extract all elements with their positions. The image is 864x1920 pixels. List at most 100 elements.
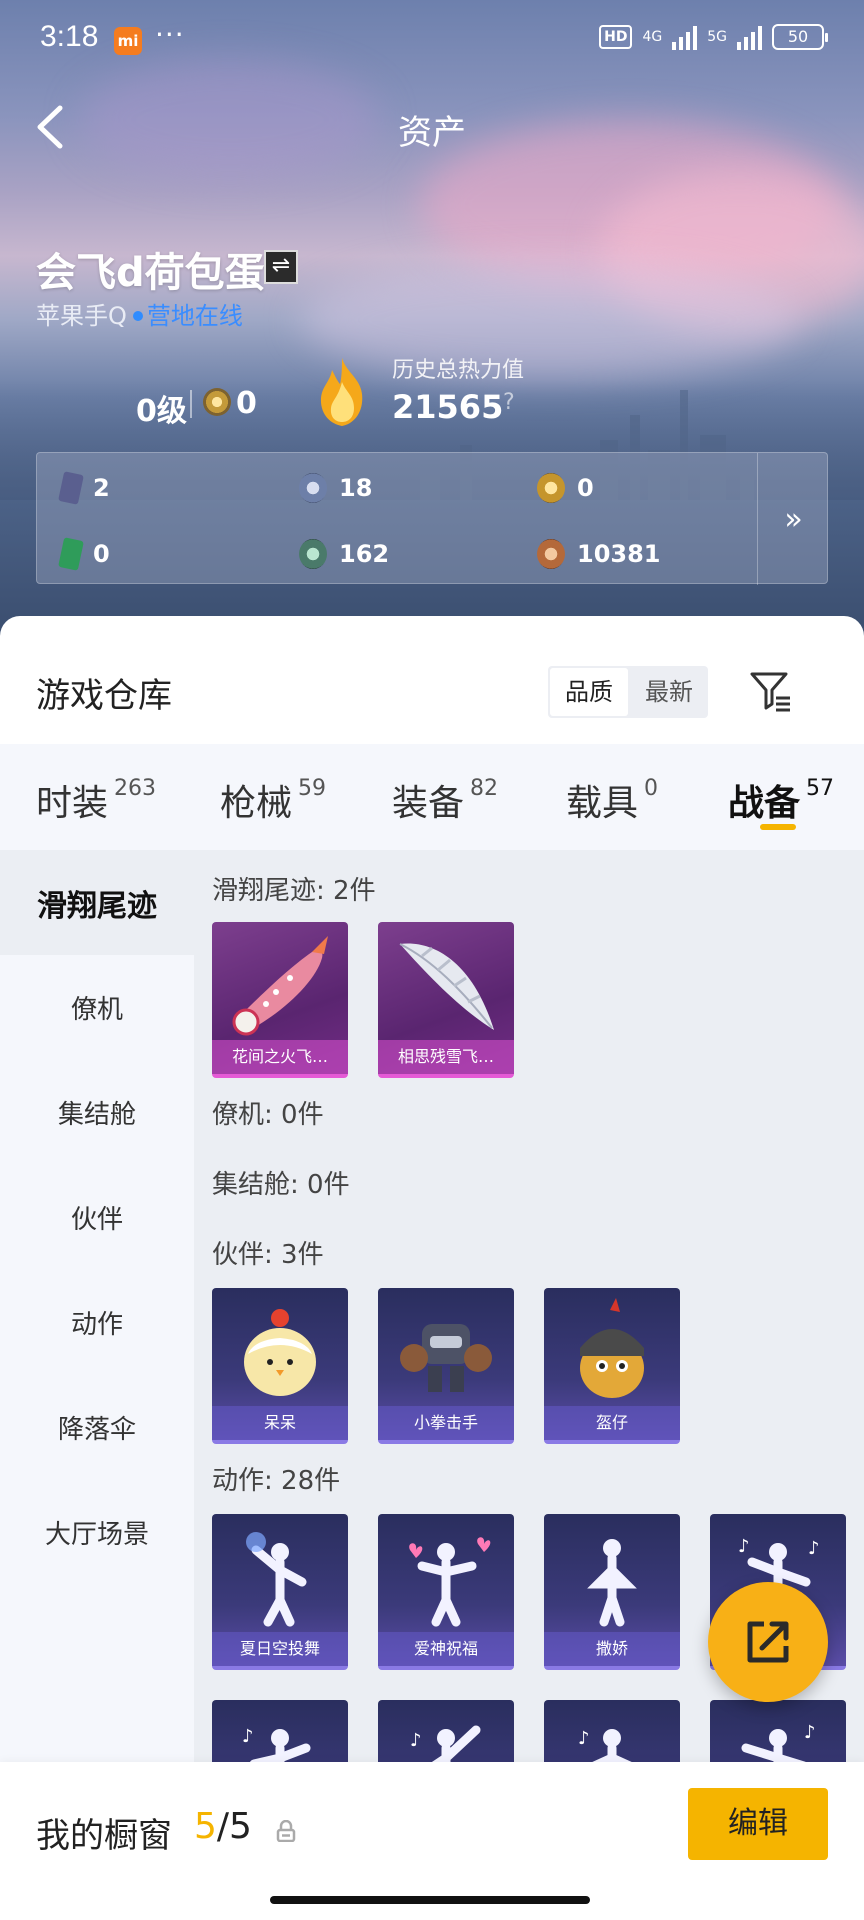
sidebar-item-pod[interactable]: 集结舱 [0, 1060, 194, 1165]
sidebar-item-lobby-scene[interactable]: 大厅场景 [0, 1480, 194, 1585]
item-card[interactable]: 呆呆 [212, 1288, 348, 1444]
svg-text:♪: ♪ [804, 1722, 816, 1743]
item-card[interactable]: 夏日空投舞 [212, 1514, 348, 1670]
item-label: 相思残雪飞… [378, 1040, 514, 1074]
network-indicators: HD 4G 5G 50 [599, 24, 828, 50]
item-card[interactable]: 花间之火飞… [212, 922, 348, 1078]
active-tab-indicator [760, 824, 796, 830]
hd-voice-icon: HD [599, 25, 633, 49]
green-card-icon [58, 537, 84, 571]
sidebar-item-action[interactable]: 动作 [0, 1270, 194, 1375]
status-time: 3:18 [40, 20, 99, 53]
sort-newest-button[interactable]: 最新 [630, 666, 708, 718]
cute-pose-icon [587, 1539, 637, 1627]
item-card[interactable]: 相思残雪飞… [378, 922, 514, 1078]
boxer-robot-icon [400, 1324, 492, 1392]
coin-bronze-icon [537, 539, 565, 569]
lock-icon [276, 1820, 296, 1842]
signal-bars-icon-2 [737, 24, 762, 50]
item-label: 夏日空投舞 [212, 1632, 348, 1666]
network-4g-label: 4G [642, 29, 663, 45]
online-status: 营地在线 [146, 302, 243, 330]
more-notifications-icon: ··· [155, 18, 185, 51]
item-label: 撒娇 [544, 1632, 680, 1666]
helmet-chick-icon [580, 1298, 644, 1398]
feather-wing-icon [399, 943, 494, 1030]
tab-equipment[interactable]: 装备 82 [392, 774, 498, 826]
svg-text:♪: ♪ [808, 1538, 820, 1559]
heat-value: 21565 [392, 388, 504, 426]
tab-battle-gear[interactable]: 战备 57 [728, 774, 834, 826]
share-button[interactable] [708, 1582, 828, 1702]
item-label: 呆呆 [212, 1406, 348, 1440]
showcase-label: 我的橱窗 [36, 1816, 172, 1856]
flame-icon [320, 358, 363, 426]
svg-text:♪: ♪ [738, 1536, 750, 1557]
section-title-pod: 集结舱: 0件 [212, 1170, 350, 1200]
item-card[interactable]: 爱神祝福 [378, 1514, 514, 1670]
section-title-action: 动作: 28件 [212, 1466, 341, 1496]
sort-quality-button[interactable]: 品质 [550, 668, 628, 716]
battery-icon: 50 [772, 24, 828, 50]
svg-text:♪: ♪ [410, 1730, 422, 1751]
item-list: 滑翔尾迹: 2件 花间之火飞… 相思残雪飞… 僚机: 0件 集结舱: 0件 伙伴… [194, 850, 864, 1920]
online-dot-icon [132, 311, 143, 321]
divider [190, 390, 192, 418]
resource-item: 10381 [537, 539, 661, 569]
coin-gold-icon [537, 473, 565, 503]
resource-item: 18 [299, 473, 372, 503]
koi-kite-icon [232, 936, 328, 1036]
sidebar-item-partner[interactable]: 伙伴 [0, 1165, 194, 1270]
network-5g-label: 5G [707, 29, 727, 45]
item-label: 花间之火飞… [212, 1040, 348, 1074]
help-icon[interactable]: ? [503, 390, 515, 415]
sidebar-item-glide-trail[interactable]: 滑翔尾迹 [0, 850, 194, 955]
heat-label: 历史总热力值 [392, 358, 525, 383]
tab-vehicles[interactable]: 载具 0 [566, 774, 658, 826]
username: 会飞d荷包蛋 [36, 250, 265, 296]
account-platform: 苹果手Q [36, 302, 127, 330]
sort-toggle: 品质 最新 [548, 666, 708, 718]
item-label: 爱神祝福 [378, 1632, 514, 1666]
item-label: 小拳击手 [378, 1406, 514, 1440]
home-indicator[interactable] [270, 1896, 590, 1904]
item-card[interactable]: 撒娇 [544, 1514, 680, 1670]
svg-text:♪: ♪ [578, 1728, 590, 1749]
account-status-line: 苹果手Q 营地在线 [36, 296, 243, 331]
item-card[interactable]: 小拳击手 [378, 1288, 514, 1444]
item-label: 盔仔 [544, 1406, 680, 1440]
filter-icon[interactable] [748, 668, 794, 714]
sidebar-item-parachute[interactable]: 降落伞 [0, 1375, 194, 1480]
svg-text:♪: ♪ [242, 1726, 254, 1747]
section-title-glide: 滑翔尾迹: 2件 [212, 876, 376, 906]
dance-pose-icon [246, 1532, 307, 1627]
medal-value: 0 [236, 386, 257, 421]
resource-item: 0 [58, 537, 110, 571]
subcategory-sidebar: 滑翔尾迹 僚机 集结舱 伙伴 动作 降落伞 大厅场景 [0, 850, 194, 1920]
category-tabs: 时装 263 枪械 59 装备 82 载具 0 战备 57 [0, 744, 864, 850]
resource-item: 0 [537, 473, 594, 503]
warehouse-title: 游戏仓库 [36, 676, 172, 716]
expand-resources-button[interactable]: » [757, 453, 829, 585]
showcase-count: 5/5 [194, 1806, 252, 1847]
showcase-bar: 我的橱窗 5/5 编辑 [0, 1762, 864, 1920]
section-title-wingman: 僚机: 0件 [212, 1100, 324, 1130]
cupid-pose-icon [409, 1537, 491, 1627]
sidebar-item-wingman[interactable]: 僚机 [0, 955, 194, 1060]
tab-fashion[interactable]: 时装 263 [36, 774, 156, 826]
resource-panel: 2 18 0 0 162 10381 » [36, 452, 829, 585]
resource-item: 162 [299, 539, 389, 569]
player-level: 0级 [136, 394, 187, 429]
medal-icon [203, 388, 231, 416]
status-bar: 3:18 mi ··· HD 4G 5G 50 [0, 0, 864, 80]
coin-green-icon [299, 539, 327, 569]
edit-button[interactable]: 编辑 [688, 1788, 828, 1860]
tab-guns[interactable]: 枪械 59 [220, 774, 326, 826]
mi-app-icon: mi [114, 27, 142, 55]
switch-account-icon[interactable]: ⇌ [264, 250, 298, 284]
card-icon [58, 471, 84, 505]
resource-item: 2 [58, 471, 110, 505]
signal-bars-icon [672, 24, 698, 50]
item-card[interactable]: 盔仔 [544, 1288, 680, 1444]
chick-icon [244, 1309, 316, 1396]
